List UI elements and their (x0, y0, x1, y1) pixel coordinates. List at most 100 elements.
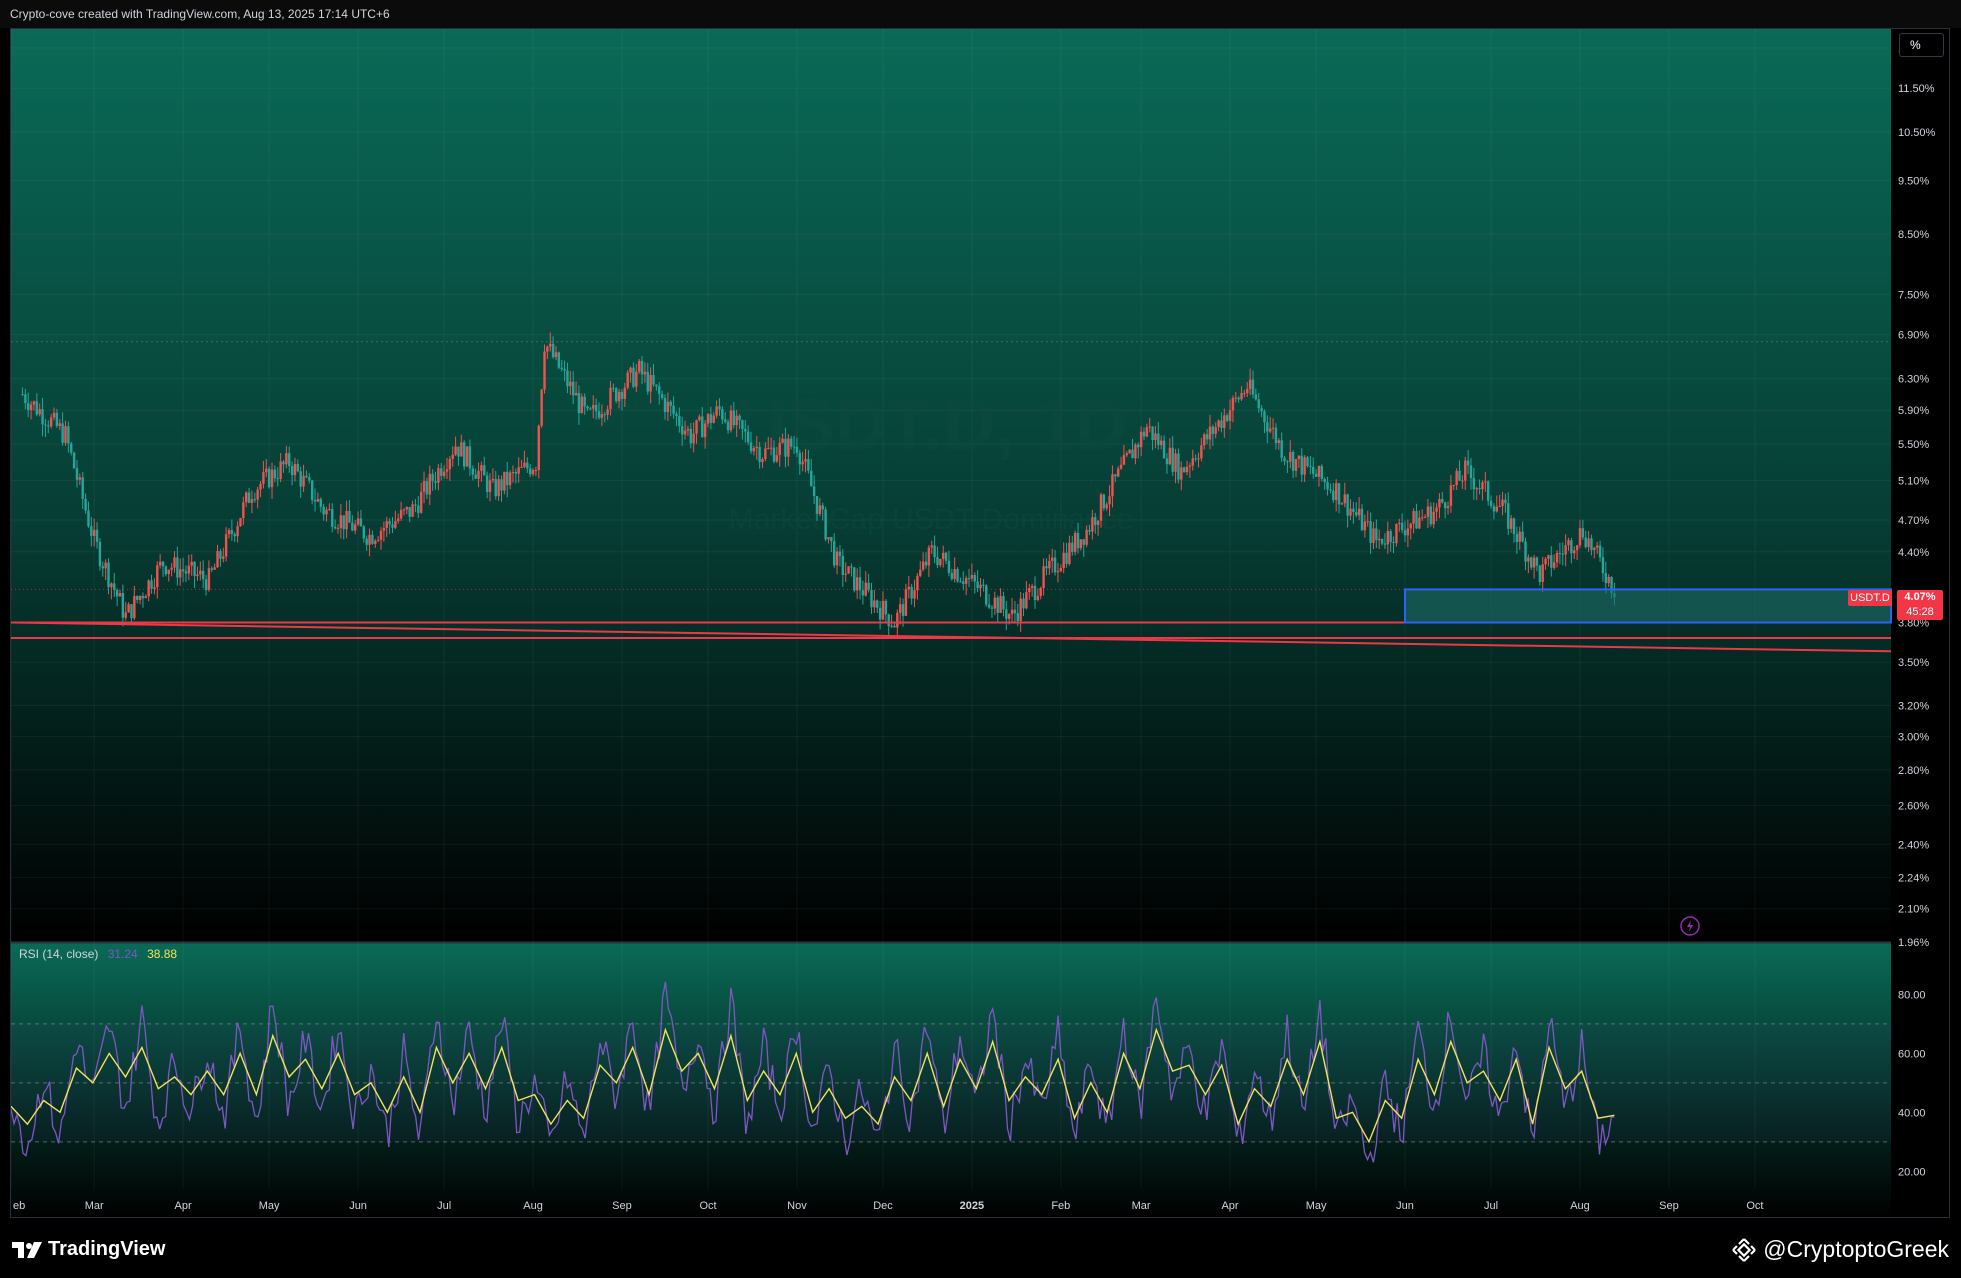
candle-body (64, 426, 67, 443)
candle-body (669, 401, 672, 406)
candle-body (580, 396, 583, 413)
candle-body (1561, 553, 1564, 555)
author-credit: @CryptoptoGreek (1731, 1236, 1949, 1263)
candle-body (138, 595, 142, 600)
candle-body (1415, 511, 1418, 529)
candle-body (1231, 397, 1235, 411)
candle-body (1486, 481, 1490, 501)
candle-body (554, 352, 558, 358)
rsi-legend[interactable]: RSI (14, close) 31.24 38.88 (19, 947, 177, 961)
candle-body (1564, 545, 1567, 555)
candle-body (1194, 458, 1197, 460)
candle-body (864, 582, 867, 596)
percent-label: % (1910, 38, 1921, 52)
candle-body (1441, 498, 1444, 503)
candle-body (293, 464, 297, 476)
candle-body (933, 545, 936, 558)
candle-body (273, 469, 277, 479)
candle-body (678, 415, 681, 427)
candle-body (1314, 473, 1318, 477)
candle-body (861, 590, 865, 596)
candle-body (898, 604, 902, 613)
candle-body (569, 381, 572, 387)
percent-toggle-button[interactable]: % (1899, 33, 1944, 57)
candle-body (976, 581, 979, 589)
candle-body (1056, 571, 1060, 573)
candle-body (1595, 545, 1599, 548)
candle-body (1398, 522, 1401, 524)
time-label: Mar (85, 1200, 104, 1212)
candle-body (210, 568, 213, 570)
candle-body (1501, 499, 1504, 507)
price-label: 5.90% (1898, 405, 1929, 417)
candle-body (1145, 427, 1149, 437)
candle-body (1283, 457, 1286, 462)
candle-body (319, 499, 322, 507)
candle-body (655, 384, 658, 387)
candle-body (1105, 504, 1108, 509)
candle-body (290, 465, 294, 476)
candle-body (457, 446, 460, 457)
candle-body (213, 567, 216, 570)
candle-body (422, 481, 426, 492)
candle-body (1185, 466, 1189, 473)
candle-body (239, 518, 242, 527)
candle-body (497, 479, 500, 497)
tradingview-logo[interactable]: TradingView (12, 1238, 165, 1261)
candle-body (262, 472, 265, 484)
candle-body (1326, 482, 1329, 490)
candle-body (517, 467, 520, 474)
chart-canvas[interactable]: USDT.D, 1D Market Cap USDT Dominance 12.… (11, 29, 1950, 1218)
candle-body (78, 477, 82, 480)
candle-body (288, 453, 291, 466)
candle-body (1257, 399, 1260, 409)
candle-body (1111, 474, 1114, 497)
candle-body (282, 461, 285, 465)
candle-body (563, 369, 566, 371)
candle-body (1478, 488, 1481, 490)
candle-body (98, 541, 102, 567)
candle-body (115, 589, 119, 597)
candle-body (245, 492, 248, 503)
candle-body (706, 414, 710, 424)
candle-body (666, 401, 670, 412)
candle-body (1590, 538, 1593, 551)
candle-body (795, 446, 799, 453)
candle-body (95, 529, 99, 542)
candle-body (577, 393, 581, 413)
candle-body (1458, 470, 1461, 481)
candle-body (1191, 458, 1194, 466)
candle-body (127, 604, 130, 613)
candle-body (1598, 545, 1602, 558)
candle-body (313, 500, 317, 502)
candle-body (1030, 585, 1034, 588)
candle-body (873, 600, 876, 608)
candle-body (761, 459, 764, 463)
candle-body (893, 625, 896, 628)
candle-body (1518, 531, 1521, 542)
candle-body (746, 431, 750, 443)
candle-body (1303, 457, 1306, 475)
candle-body (1102, 494, 1106, 509)
candle-body (1550, 555, 1553, 568)
candle-body (1051, 557, 1054, 561)
price-label: 9.50% (1898, 175, 1929, 187)
candle-body (947, 560, 951, 573)
candle-body (299, 471, 302, 487)
candle-body (726, 421, 730, 431)
price-label: 2.10% (1898, 904, 1929, 916)
candle-body (480, 465, 483, 471)
candle-body (775, 455, 779, 462)
candle-body (1593, 547, 1596, 551)
watermark-name: Market Cap USDT Dominance (729, 503, 1134, 536)
candle-body (394, 521, 397, 528)
candle-body (1065, 552, 1068, 564)
time-label: Feb (1051, 1200, 1070, 1212)
candle-body (1234, 397, 1237, 399)
author-handle: @CryptoptoGreek (1763, 1236, 1949, 1262)
chart-frame[interactable]: USDT.D, 1D Market Cap USDT Dominance 12.… (10, 28, 1950, 1218)
candle-body (617, 391, 621, 402)
candle-body (1240, 393, 1243, 400)
candle-body (107, 562, 110, 588)
candle-body (658, 386, 661, 395)
